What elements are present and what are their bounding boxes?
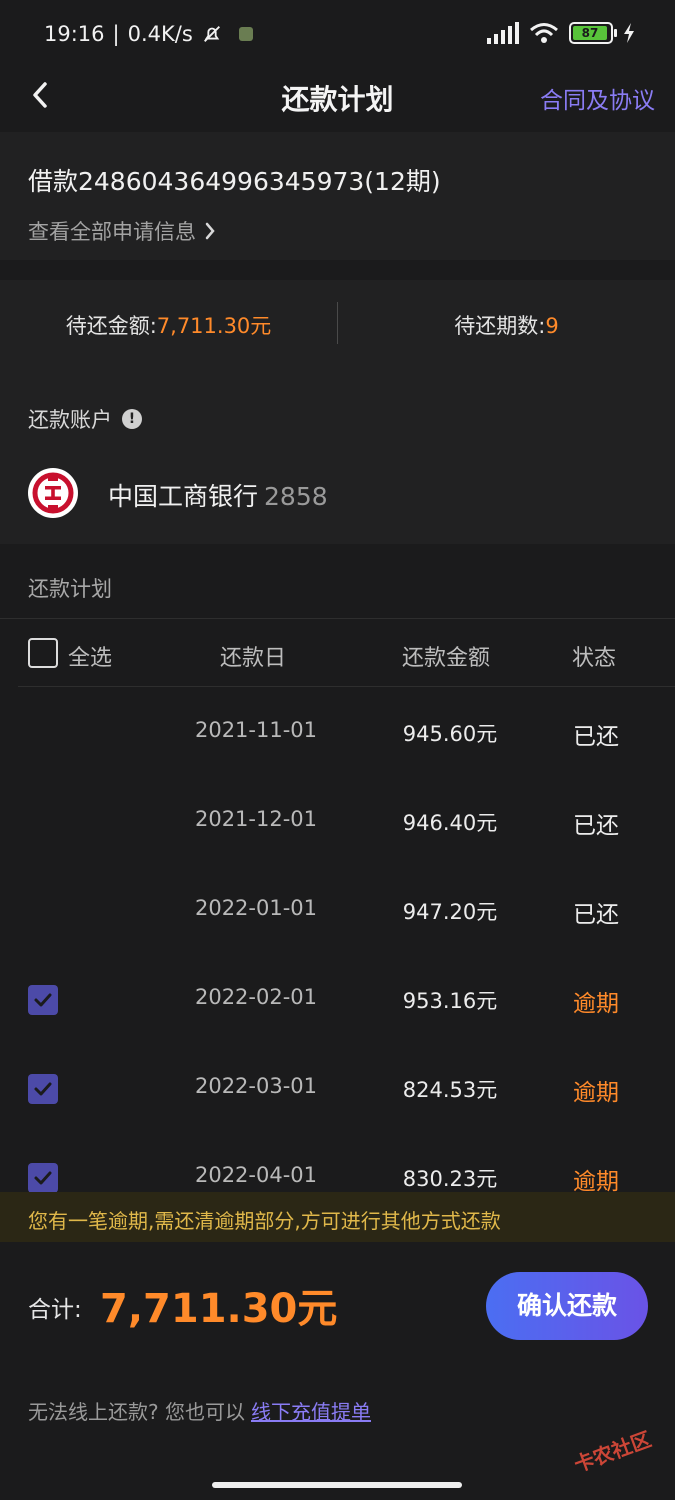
row-checkbox-checked-icon[interactable] — [28, 1163, 58, 1192]
repayment-account-section: 还款账户 ! 中国工商银行 2858 — [0, 366, 675, 544]
footer: 合计: 7,711.30元 确认还款 无法线上还款? 您也可以 线下充值提单 卡农… — [0, 1242, 675, 1500]
info-icon[interactable]: ! — [122, 409, 142, 429]
nav-bar: 还款计划 合同及协议 — [0, 62, 675, 130]
row-amount: 945.60元 — [402, 722, 498, 746]
row-date: 2021-12-01 — [194, 807, 318, 831]
row-date: 2022-04-01 — [194, 1163, 318, 1187]
overdue-notice-text: 您有一笔逾期,需还清逾期部分,方可进行其他方式还款 — [28, 1209, 501, 1233]
row-date: 2022-02-01 — [194, 985, 318, 1009]
wifi-icon — [530, 23, 558, 43]
status-left: 19:16 | 0.4K/s — [44, 22, 253, 46]
row-status: 已还 — [573, 813, 619, 839]
header-date: 还款日 — [220, 646, 287, 671]
header-amount: 还款金额 — [402, 646, 491, 671]
row-status: 逾期 — [573, 1080, 619, 1106]
row-status: 已还 — [573, 724, 619, 750]
table-row: 2021-11-01 945.60元 已还 — [0, 688, 675, 777]
loan-title: 借款248604364996345973(12期) — [28, 167, 441, 196]
select-all-checkbox[interactable] — [28, 638, 58, 668]
row-status: 逾期 — [573, 1169, 619, 1192]
contract-link[interactable]: 合同及协议 — [540, 81, 655, 115]
due-periods-label: 待还期数: — [454, 314, 546, 338]
icbc-logo-icon — [28, 468, 78, 518]
offline-recharge-link[interactable]: 线下充值提单 — [251, 1400, 371, 1424]
status-right: 87 — [487, 22, 635, 44]
status-net-speed: 0.4K/s — [127, 22, 193, 46]
overdue-notice-banner: 您有一笔逾期,需还清逾期部分,方可进行其他方式还款 — [0, 1192, 675, 1242]
row-amount: 947.20元 — [402, 900, 498, 924]
table-row[interactable]: 2022-04-01 830.23元 逾期 — [0, 1133, 675, 1192]
account-label: 还款账户 — [28, 408, 112, 432]
row-amount: 830.23元 — [402, 1167, 498, 1191]
notification-app-icon — [238, 27, 253, 41]
bank-name: 中国工商银行 — [108, 482, 259, 511]
plan-table-header: 全选 还款日 还款金额 状态 — [0, 620, 675, 686]
bank-account[interactable]: 中国工商银行 2858 — [108, 477, 328, 513]
table-row[interactable]: 2022-02-01 953.16元 逾期 — [0, 955, 675, 1044]
view-all-label: 查看全部申请信息 — [28, 220, 196, 244]
row-checkbox-checked-icon[interactable] — [28, 985, 58, 1015]
offline-repayment-row: 无法线上还款? 您也可以 线下充值提单 — [28, 1396, 371, 1425]
row-date: 2021-11-01 — [194, 718, 318, 742]
battery-level: 87 — [573, 26, 607, 40]
battery-icon: 87 — [569, 22, 617, 44]
row-date: 2022-03-01 — [194, 1074, 318, 1098]
row-checkbox-checked-icon[interactable] — [28, 1074, 58, 1104]
row-amount: 824.53元 — [402, 1078, 498, 1102]
total-label: 合计: — [28, 1297, 82, 1323]
status-time: 19:16 — [44, 22, 105, 46]
divider — [0, 618, 675, 619]
plan-section-label: 还款计划 — [28, 577, 112, 601]
row-status: 逾期 — [573, 991, 619, 1017]
row-status: 已还 — [573, 902, 619, 928]
repayment-summary: 待还金额:7,711.30元 待还期数:9 — [0, 280, 675, 366]
row-amount: 953.16元 — [402, 989, 498, 1013]
charging-icon — [624, 23, 634, 43]
due-periods-value: 9 — [545, 314, 559, 338]
table-row: 2021-12-01 946.40元 已还 — [0, 777, 675, 866]
view-all-application-link[interactable]: 查看全部申请信息 — [28, 216, 216, 246]
offline-prefix: 无法线上还款? 您也可以 — [28, 1400, 245, 1424]
account-label-row: 还款账户 ! — [28, 404, 142, 434]
bell-off-icon — [203, 26, 220, 42]
due-periods: 待还期数:9 — [338, 310, 675, 340]
header-status: 状态 — [572, 646, 617, 671]
due-amount: 待还金额:7,711.30元 — [0, 310, 337, 340]
home-indicator[interactable] — [212, 1482, 462, 1488]
table-row: 2022-01-01 947.20元 已还 — [0, 866, 675, 955]
row-amount: 946.40元 — [402, 811, 498, 835]
signal-icon — [487, 22, 519, 44]
table-row[interactable]: 2022-03-01 824.53元 逾期 — [0, 1044, 675, 1133]
chevron-right-icon — [205, 222, 215, 240]
confirm-repayment-button[interactable]: 确认还款 — [486, 1272, 648, 1340]
due-amount-value: 7,711.30元 — [156, 314, 272, 338]
select-all-label[interactable]: 全选 — [68, 640, 112, 672]
divider — [18, 686, 675, 687]
watermark: 卡农社区 — [570, 1426, 655, 1477]
card-tail-number: 2858 — [264, 482, 328, 511]
row-date: 2022-01-01 — [194, 896, 318, 920]
due-amount-label: 待还金额: — [65, 314, 157, 338]
loan-info-section: 借款248604364996345973(12期) 查看全部申请信息 — [0, 132, 675, 260]
total-value: 7,711.30元 — [100, 1286, 338, 1332]
